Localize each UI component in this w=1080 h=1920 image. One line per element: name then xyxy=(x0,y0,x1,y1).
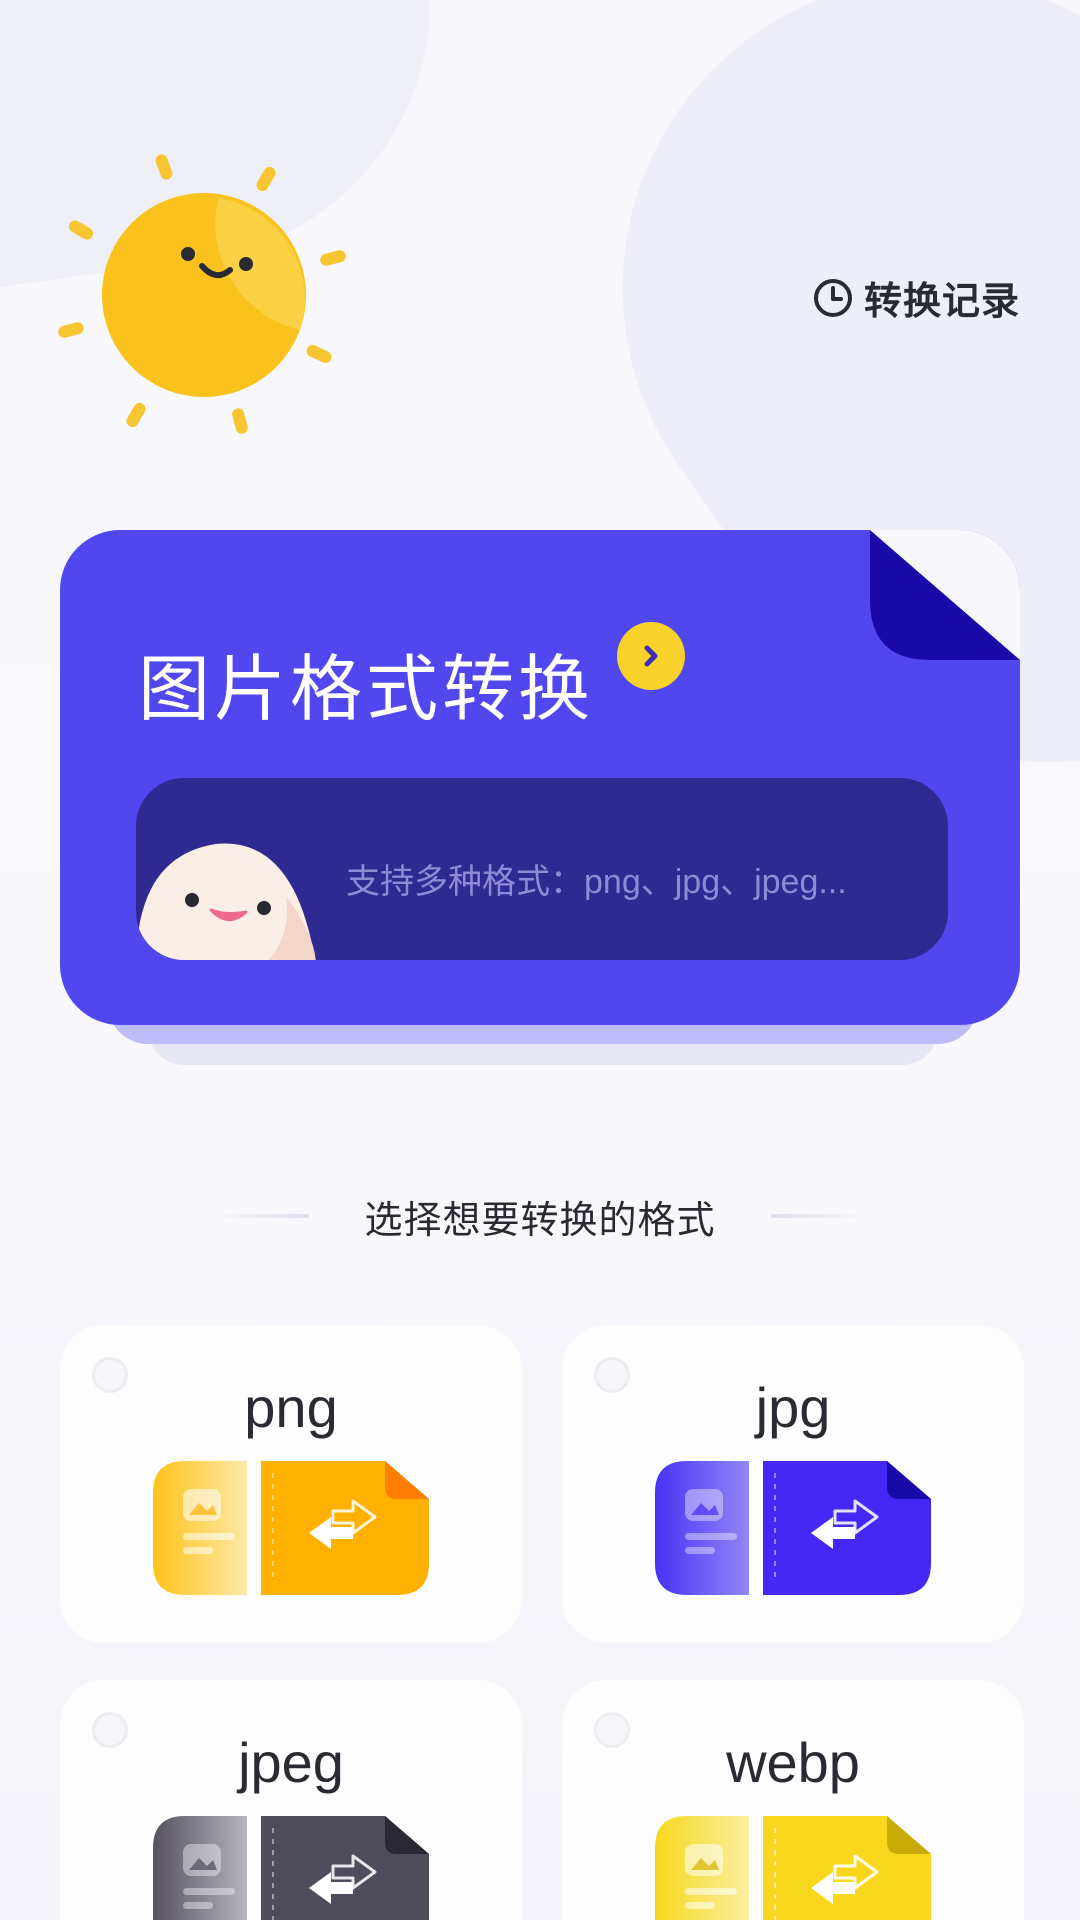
format-option-png[interactable]: png xyxy=(60,1325,522,1643)
card-title: 图片格式转换 xyxy=(138,650,595,730)
history-label: 转换记录 xyxy=(863,281,1020,323)
section-title: 选择想要转换的格式 xyxy=(364,1199,716,1242)
image-convert-card[interactable]: 图片格式转换 支持多种格式：png、jpg、jpeg... xyxy=(60,530,1020,1025)
format-label: webp xyxy=(726,1731,860,1794)
format-label: jpg xyxy=(755,1376,831,1439)
supported-formats-text: 支持多种格式：png、jpg、jpeg... xyxy=(346,863,847,901)
chevron-right-icon[interactable] xyxy=(617,622,685,690)
page-fold-corner xyxy=(870,530,1020,660)
divider xyxy=(214,1214,310,1218)
format-option-webp[interactable]: webp xyxy=(562,1680,1024,1920)
section-header: 选择想要转换的格式 xyxy=(0,1188,1080,1244)
format-label: png xyxy=(244,1376,338,1439)
image-convert-icon xyxy=(655,1816,931,1920)
format-label: jpeg xyxy=(238,1731,344,1794)
image-convert-icon xyxy=(153,1461,429,1595)
page: 转换记录 图片格式转换 支持多种格式：png、jpg、jpeg... 选择想要转… xyxy=(0,0,1080,1920)
card-info-panel: 支持多种格式：png、jpg、jpeg... xyxy=(136,778,948,960)
egg-mascot-icon xyxy=(136,843,316,960)
divider xyxy=(770,1214,866,1218)
image-convert-icon xyxy=(153,1816,429,1920)
format-option-jpeg[interactable]: jpeg xyxy=(60,1680,522,1920)
clock-icon xyxy=(813,278,852,317)
sun-illustration xyxy=(58,154,346,434)
format-option-jpg[interactable]: jpg xyxy=(562,1325,1024,1643)
history-link[interactable]: 转换记录 xyxy=(812,270,1020,325)
image-convert-icon xyxy=(655,1461,931,1595)
